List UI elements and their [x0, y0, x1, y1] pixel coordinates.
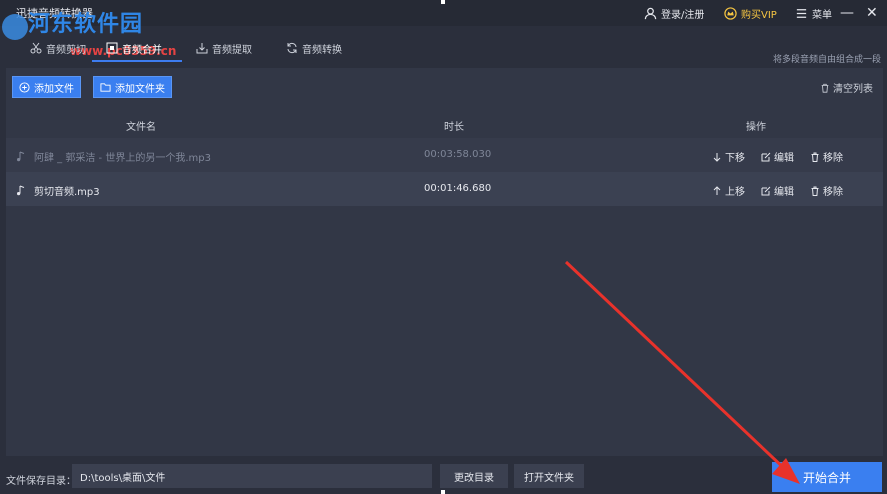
tab-label: 音频剪切: [46, 44, 86, 56]
plus-circle-icon: [19, 81, 30, 93]
tab-audio-extract[interactable]: 音频提取: [196, 34, 252, 62]
trash-icon: [821, 83, 829, 93]
scissors-icon: [30, 42, 42, 54]
move-down-button[interactable]: 下移: [712, 149, 745, 164]
move-up-button[interactable]: 上移: [712, 183, 745, 198]
minimize-button[interactable]: —: [840, 4, 854, 22]
tab-label: 音频提取: [212, 44, 252, 56]
column-filename: 文件名: [126, 122, 156, 133]
hamburger-icon: [796, 8, 807, 18]
merge-tip: 将多段音频自由组合成一段: [772, 55, 881, 65]
arrow-up-icon: [713, 185, 721, 195]
column-duration: 时长: [444, 122, 464, 133]
arrow-down-icon: [713, 152, 721, 162]
add-file-label: 添加文件: [34, 83, 74, 95]
file-name: 剪切音频.mp3: [34, 187, 100, 198]
clear-list-button[interactable]: 清空列表: [820, 80, 873, 95]
column-actions: 操作: [746, 122, 766, 133]
tab-audio-merge[interactable]: 音频合并: [106, 34, 162, 62]
move-down-label: 下移: [725, 153, 745, 164]
file-name-cell: 剪切音频.mp3: [16, 183, 100, 198]
tab-label: 音频合并: [122, 44, 162, 56]
save-path-field[interactable]: [72, 464, 432, 488]
screenshot-marker: [441, 0, 445, 4]
music-note-icon: [17, 151, 25, 162]
add-folder-button[interactable]: 添加文件夹: [93, 76, 172, 98]
file-list-panel: 添加文件 添加文件夹 清空列表 文件名 时长 操作 阿肆 _ 郭采洁 - 世界上…: [6, 68, 883, 456]
close-button[interactable]: ✕: [866, 4, 878, 22]
file-name-cell: 阿肆 _ 郭采洁 - 世界上的另一个我.mp3: [16, 149, 211, 164]
remove-button[interactable]: 移除: [810, 149, 843, 164]
edit-button[interactable]: 编辑: [761, 183, 794, 198]
screenshot-marker: [441, 490, 445, 494]
open-folder-button[interactable]: 打开文件夹: [514, 464, 584, 488]
move-up-label: 上移: [725, 187, 745, 198]
buy-vip-button[interactable]: 购买VIP: [724, 4, 777, 22]
start-merge-button[interactable]: 开始合并: [772, 462, 882, 492]
save-directory-label: 文件保存目录：: [6, 476, 76, 487]
folder-icon: [100, 82, 111, 92]
table-header: 文件名 时长 操作: [6, 112, 883, 136]
function-tabs: 音频剪切 音频合并 音频提取 音频转换: [0, 34, 887, 62]
trash-icon: [811, 152, 819, 162]
remove-label: 移除: [823, 187, 843, 198]
crown-icon: [724, 6, 737, 20]
active-tab-indicator: [92, 60, 182, 62]
file-duration: 00:03:58.030: [424, 149, 492, 160]
vip-label: 购买VIP: [741, 9, 777, 21]
login-label: 登录/注册: [661, 9, 705, 21]
table-row[interactable]: 剪切音频.mp3 00:01:46.680 上移 编辑 移除: [6, 172, 883, 206]
edit-button[interactable]: 编辑: [761, 149, 794, 164]
music-note-icon: [17, 185, 25, 196]
login-button[interactable]: 登录/注册: [644, 4, 704, 22]
merge-icon: [106, 42, 118, 54]
remove-label: 移除: [823, 153, 843, 164]
table-row[interactable]: 阿肆 _ 郭采洁 - 世界上的另一个我.mp3 00:03:58.030 下移 …: [6, 138, 883, 172]
edit-icon: [761, 152, 771, 161]
edit-label: 编辑: [774, 187, 794, 198]
remove-button[interactable]: 移除: [810, 183, 843, 198]
change-directory-button[interactable]: 更改目录: [440, 464, 508, 488]
edit-icon: [761, 186, 771, 195]
extract-icon: [196, 43, 208, 54]
clear-list-label: 清空列表: [833, 84, 873, 95]
add-folder-label: 添加文件夹: [115, 83, 165, 95]
user-icon: [644, 7, 657, 19]
menu-label: 菜单: [812, 9, 832, 21]
convert-icon: [287, 42, 297, 54]
tab-audio-convert[interactable]: 音频转换: [286, 34, 342, 62]
bottom-bar: 文件保存目录： 更改目录 打开文件夹 开始合并: [0, 460, 887, 494]
edit-label: 编辑: [774, 153, 794, 164]
tab-label: 音频转换: [302, 44, 342, 56]
menu-button[interactable]: 菜单: [795, 4, 832, 22]
file-name: 阿肆 _ 郭采洁 - 世界上的另一个我.mp3: [34, 153, 211, 164]
add-file-button[interactable]: 添加文件: [12, 76, 81, 98]
file-duration: 00:01:46.680: [424, 183, 492, 194]
tab-audio-cut[interactable]: 音频剪切: [30, 34, 86, 62]
trash-icon: [811, 186, 819, 196]
